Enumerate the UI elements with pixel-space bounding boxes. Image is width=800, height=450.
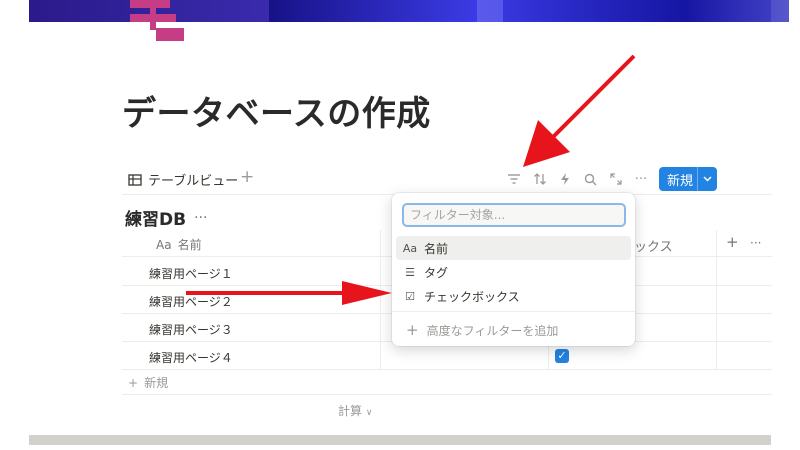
row-name-cell[interactable]: 練習用ページ２ <box>149 293 233 310</box>
new-button[interactable]: 新規 <box>659 167 717 191</box>
add-row-button[interactable]: + 新規 <box>128 374 168 391</box>
filter-search-input[interactable] <box>402 203 626 227</box>
add-advanced-filter-button[interactable]: + 高度なフィルターを追加 <box>406 321 558 339</box>
filter-option-name[interactable]: Aa 名前 <box>396 236 631 260</box>
table-row[interactable]: 練習用ページ４ ✓ <box>122 342 772 370</box>
checkbox-checked[interactable]: ✓ <box>555 349 569 363</box>
plus-icon: + <box>406 321 419 339</box>
filter-icon[interactable] <box>504 169 524 189</box>
annotation-arrow-filter <box>523 54 636 167</box>
chevron-down-icon: ∨ <box>365 408 373 418</box>
page-title[interactable]: データベースの作成 <box>122 86 431 135</box>
page-icon[interactable] <box>130 0 186 42</box>
left-margin <box>0 0 29 450</box>
text-property-icon: Aa <box>402 241 418 255</box>
chevron-down-icon[interactable] <box>698 174 717 185</box>
column-header-checkbox[interactable]: ックス <box>634 236 673 255</box>
calculate-button[interactable]: 計算 ∨ <box>338 402 372 419</box>
list-icon: ☰ <box>405 265 415 279</box>
more-options-icon[interactable]: ··· <box>631 169 651 189</box>
column-more-icon[interactable]: ··· <box>750 236 761 250</box>
tab-table-view[interactable]: テーブルビュー <box>128 170 238 189</box>
bottom-strip <box>29 435 771 445</box>
search-icon[interactable] <box>580 169 600 189</box>
automation-bolt-icon[interactable] <box>555 169 575 189</box>
database-more-icon[interactable]: ··· <box>194 210 207 226</box>
row-name-cell[interactable]: 練習用ページ４ <box>149 349 233 366</box>
plus-icon: + <box>128 375 139 390</box>
row-name-cell[interactable]: 練習用ページ１ <box>149 265 233 282</box>
checkbox-icon: ☑ <box>405 289 415 303</box>
column-header-name[interactable]: Aa 名前 <box>156 236 202 253</box>
filter-option-tag[interactable]: ☰ タグ <box>396 260 631 284</box>
filter-popup: Aa 名前 ☰ タグ ☑ チェックボックス + 高度なフィルターを追加 <box>392 193 635 346</box>
add-view-button[interactable]: + <box>240 167 254 187</box>
sort-icon[interactable] <box>530 169 550 189</box>
row-name-cell[interactable]: 練習用ページ３ <box>149 321 233 338</box>
text-property-icon: Aa <box>156 237 172 252</box>
tab-table-view-label: テーブルビュー <box>148 174 239 189</box>
filter-option-checkbox[interactable]: ☑ チェックボックス <box>396 284 631 308</box>
expand-icon[interactable] <box>606 169 626 189</box>
new-button-label: 新規 <box>667 173 694 189</box>
right-margin <box>771 0 800 450</box>
add-column-button[interactable]: + <box>726 233 739 251</box>
database-toolbar: テーブルビュー + ··· 新規 <box>122 164 722 194</box>
database-title[interactable]: 練習DB ··· <box>125 205 207 231</box>
table-icon <box>128 173 142 186</box>
